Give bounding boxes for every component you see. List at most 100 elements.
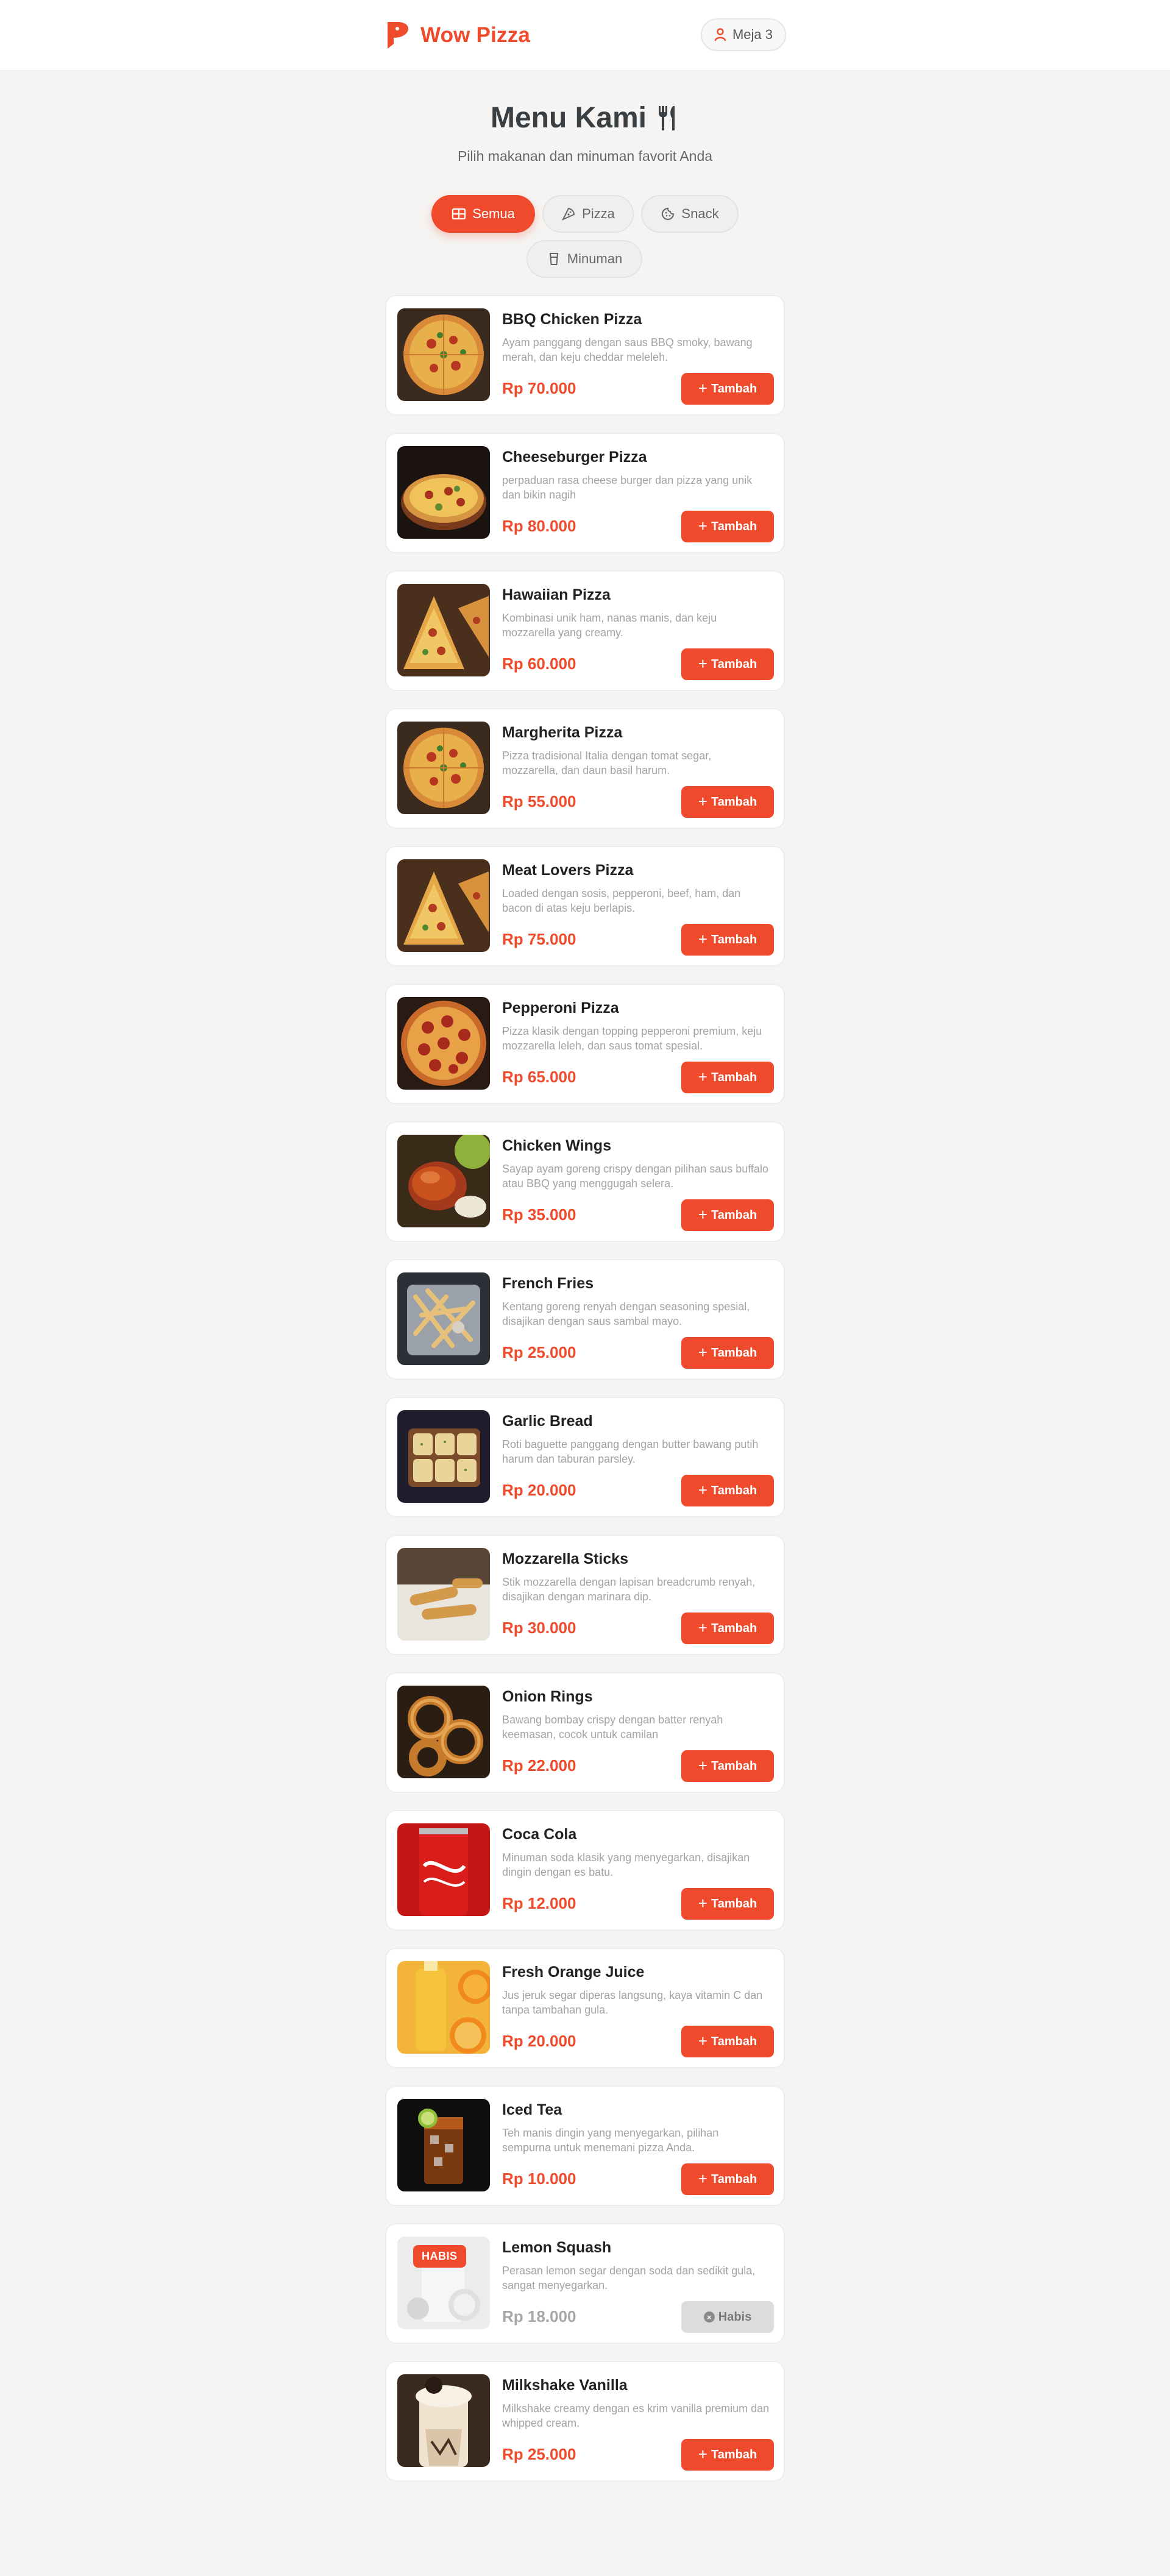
plus-icon: + <box>698 655 707 673</box>
menu-item-photo <box>397 1823 490 1916</box>
add-to-cart-button[interactable]: + Tambah <box>681 1475 774 1506</box>
menu-item-name: Chicken Wings <box>502 1137 611 1154</box>
menu-item-cheeseburger-pizza: Cheeseburger Pizza perpaduan rasa cheese … <box>385 433 785 553</box>
menu-item-photo <box>397 1686 490 1778</box>
menu-item-price: Rp 12.000 <box>502 1894 576 1912</box>
menu-item-name: Iced Tea <box>502 2101 562 2118</box>
plus-icon: + <box>698 1894 707 1912</box>
add-to-cart-button[interactable]: + Tambah <box>681 1062 774 1093</box>
add-button-label: Tambah <box>711 519 757 533</box>
app-header: Wow Pizza Meja 3 <box>0 0 1170 71</box>
add-to-cart-button[interactable]: + Tambah <box>681 1199 774 1231</box>
tab-minuman[interactable]: Minuman <box>526 240 642 278</box>
add-button-label: Tambah <box>711 2172 757 2186</box>
menu-item-description: Kombinasi unik ham, nanas manis, dan kej… <box>502 612 717 639</box>
tab-pizza[interactable]: Pizza <box>542 195 634 233</box>
add-to-cart-button[interactable]: + Tambah <box>681 511 774 542</box>
tab-snack[interactable]: Snack <box>641 195 739 233</box>
menu-item-onion-rings: Onion Rings Bawang bombay crispy dengan b… <box>385 1672 785 1793</box>
add-button-label: Tambah <box>711 1621 757 1635</box>
menu-item-price: Rp 75.000 <box>502 930 576 948</box>
menu-item-description: Teh manis dingin yang menyegarkan, pilih… <box>502 2127 719 2154</box>
menu-item-photo <box>397 308 490 401</box>
menu-item-garlic-bread: Garlic Bread Roti baguette panggang denga… <box>385 1397 785 1517</box>
add-to-cart-button[interactable]: + Tambah <box>681 373 774 405</box>
menu-item-bbq-chicken-pizza: BBQ Chicken Pizza Ayam panggang dengan sa… <box>385 295 785 416</box>
add-to-cart-button[interactable]: + Tambah <box>681 648 774 680</box>
menu-item-photo <box>397 2374 490 2467</box>
table-label: Meja 3 <box>732 27 773 42</box>
add-button-label: Tambah <box>711 1759 757 1773</box>
menu-item-description: Pizza tradisional Italia dengan tomat se… <box>502 750 712 776</box>
menu-item-name: Coca Cola <box>502 1826 577 1843</box>
add-button-label: Tambah <box>711 2447 757 2461</box>
menu-item-name: Lemon Squash <box>502 2239 612 2256</box>
menu-item-name: Hawaiian Pizza <box>502 586 611 603</box>
menu-item-price: Rp 10.000 <box>502 2170 576 2188</box>
menu-item-description: Minuman soda klasik yang menyegarkan, di… <box>502 1851 750 1878</box>
plus-icon: + <box>698 379 707 397</box>
plus-icon: + <box>698 2032 707 2050</box>
menu-item-description: Milkshake creamy dengan es krim vanilla … <box>502 2402 770 2429</box>
brand[interactable]: Wow Pizza <box>385 20 530 51</box>
menu-item-fresh-orange-juice: Fresh Orange Juice Jus jeruk segar dipera… <box>385 1948 785 2068</box>
add-to-cart-button[interactable]: + Tambah <box>681 1613 774 1644</box>
utensils-icon <box>659 105 675 130</box>
menu-item-description: Pizza klasik dengan topping pepperoni pr… <box>502 1025 762 1052</box>
plus-icon: + <box>698 2170 707 2188</box>
add-button-label: Tambah <box>711 932 757 946</box>
add-to-cart-button[interactable]: + Tambah <box>681 1888 774 1920</box>
menu-item-description: Stik mozzarella dengan lapisan breadcrum… <box>502 1576 756 1603</box>
menu-item-pepperoni-pizza: Pepperoni Pizza Pizza klasik dengan toppi… <box>385 984 785 1104</box>
add-button-label: Tambah <box>711 1897 757 1911</box>
menu-item-name: French Fries <box>502 1275 594 1292</box>
menu-item-photo <box>397 997 490 1090</box>
menu-item-price: Rp 22.000 <box>502 1756 576 1775</box>
menu-item-name: BBQ Chicken Pizza <box>502 311 642 328</box>
menu-item-name: Fresh Orange Juice <box>502 1964 645 1981</box>
menu-item-photo <box>397 584 490 676</box>
menu-item-description: Sayap ayam goreng crispy dengan pilihan … <box>502 1163 768 1190</box>
menu-item-price: Rp 18.000 <box>502 2307 576 2326</box>
menu-item-price: Rp 60.000 <box>502 655 576 673</box>
add-button-label: Tambah <box>711 1346 757 1360</box>
menu-item-photo <box>397 1135 490 1227</box>
menu-item-description: Loaded dengan sosis, pepperoni, beef, ha… <box>502 887 741 914</box>
close-circle-icon: × <box>703 2312 715 2322</box>
menu-item-description: Ayam panggang dengan saus BBQ smoky, baw… <box>502 336 753 363</box>
add-to-cart-button[interactable]: + Tambah <box>681 1750 774 1782</box>
plus-icon: + <box>698 1343 707 1361</box>
add-button-label: Tambah <box>711 1208 757 1222</box>
pizza-slice-icon <box>561 207 575 221</box>
menu-hero: Menu Kami Pilih makanan dan minuman favo… <box>0 101 1170 165</box>
menu-item-milkshake-vanilla: Milkshake Vanilla Milkshake creamy dengan… <box>385 2361 785 2482</box>
menu-item-photo <box>397 2099 490 2191</box>
tab-semua[interactable]: Semua <box>431 195 535 233</box>
plus-icon: + <box>698 1068 707 1086</box>
menu-item-photo <box>397 1961 490 2054</box>
add-to-cart-button[interactable]: + Tambah <box>681 924 774 956</box>
menu-item-description: Perasan lemon segar dengan soda dan sedi… <box>502 2265 756 2291</box>
add-to-cart-button[interactable]: + Tambah <box>681 2026 774 2057</box>
menu-item-price: Rp 70.000 <box>502 379 576 397</box>
menu-item-name: Pepperoni Pizza <box>502 999 619 1017</box>
plus-icon: + <box>698 792 707 811</box>
menu-item-mozzarella-sticks: Mozzarella Sticks Stik mozzarella dengan … <box>385 1535 785 1655</box>
grid-icon <box>452 208 466 220</box>
cup-icon <box>549 253 558 265</box>
page-subtitle: Pilih makanan dan minuman favorit Anda <box>457 148 713 164</box>
menu-item-chicken-wings: Chicken Wings Sayap ayam goreng crispy de… <box>385 1121 785 1242</box>
add-to-cart-button[interactable]: + Tambah <box>681 2163 774 2195</box>
table-indicator[interactable]: Meja 3 <box>701 18 786 51</box>
menu-item-photo <box>397 859 490 952</box>
menu-item-description: perpaduan rasa cheese burger dan pizza y… <box>502 474 753 501</box>
add-to-cart-button[interactable]: + Tambah <box>681 1337 774 1369</box>
menu-item-name: Cheeseburger Pizza <box>502 449 647 466</box>
menu-item-price: Rp 55.000 <box>502 792 576 811</box>
add-to-cart-button[interactable]: + Tambah <box>681 786 774 818</box>
pizza-logo-icon <box>388 22 408 49</box>
add-to-cart-button[interactable]: + Tambah <box>681 2439 774 2471</box>
plus-icon: + <box>698 1205 707 1224</box>
menu-item-price: Rp 20.000 <box>502 2032 576 2050</box>
add-button-label: Tambah <box>711 1070 757 1084</box>
